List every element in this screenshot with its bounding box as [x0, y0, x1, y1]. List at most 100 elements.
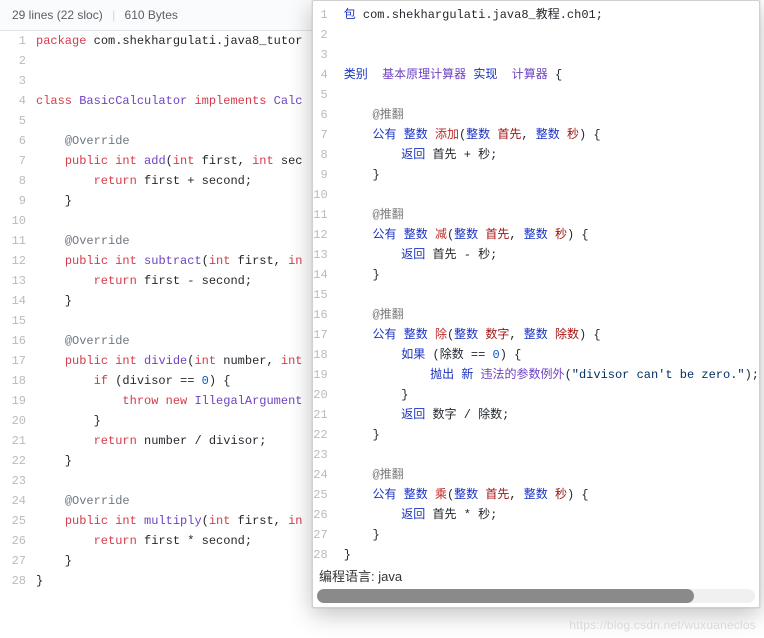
line-content[interactable]: 返回 首先 - 秒;	[344, 245, 759, 265]
line-content[interactable]: return first * second;	[36, 531, 340, 551]
code-line[interactable]: 3	[0, 71, 340, 91]
code-line[interactable]: 14 }	[313, 265, 759, 285]
code-line[interactable]: 3	[313, 45, 759, 65]
code-line[interactable]: 1包 com.shekhargulati.java8_教程.ch01;	[313, 5, 759, 25]
code-line[interactable]: 9 }	[0, 191, 340, 211]
code-line[interactable]: 15	[313, 285, 759, 305]
code-line[interactable]: 21 return number / divisor;	[0, 431, 340, 451]
code-line[interactable]: 20 }	[0, 411, 340, 431]
code-line[interactable]: 26 return first * second;	[0, 531, 340, 551]
line-content[interactable]: }	[344, 165, 759, 185]
line-content[interactable]: if (divisor == 0) {	[36, 371, 340, 391]
line-content[interactable]	[36, 311, 340, 331]
code-line[interactable]: 25 公有 整数 乘(整数 首先, 整数 秒) {	[313, 485, 759, 505]
line-content[interactable]	[36, 211, 340, 231]
line-content[interactable]: }	[344, 545, 759, 561]
code-line[interactable]: 2	[0, 51, 340, 71]
code-line[interactable]: 11 @推翻	[313, 205, 759, 225]
line-content[interactable]: public int divide(int number, int	[36, 351, 340, 371]
code-line[interactable]: 16 @推翻	[313, 305, 759, 325]
line-content[interactable]	[36, 471, 340, 491]
code-line[interactable]: 27 }	[313, 525, 759, 545]
code-line[interactable]: 15	[0, 311, 340, 331]
code-line[interactable]: 8 返回 首先 + 秒;	[313, 145, 759, 165]
code-line[interactable]: 4类别 基本原理计算器 实现 计算器 {	[313, 65, 759, 85]
line-content[interactable]	[344, 445, 759, 465]
line-content[interactable]	[344, 85, 759, 105]
right-code-table[interactable]: 1包 com.shekhargulati.java8_教程.ch01;234类别…	[313, 5, 759, 561]
line-content[interactable]: return number / divisor;	[36, 431, 340, 451]
line-content[interactable]: @推翻	[344, 105, 759, 125]
code-line[interactable]: 10	[313, 185, 759, 205]
line-content[interactable]	[344, 285, 759, 305]
code-line[interactable]: 10	[0, 211, 340, 231]
line-content[interactable]: }	[344, 265, 759, 285]
line-content[interactable]	[344, 185, 759, 205]
code-line[interactable]: 19 throw new IllegalArgument	[0, 391, 340, 411]
code-line[interactable]: 7 public int add(int first, int sec	[0, 151, 340, 171]
code-line[interactable]: 12 公有 整数 减(整数 首先, 整数 秒) {	[313, 225, 759, 245]
code-line[interactable]: 24 @推翻	[313, 465, 759, 485]
code-line[interactable]: 23	[0, 471, 340, 491]
line-content[interactable]: }	[36, 411, 340, 431]
line-content[interactable]: 如果 (除数 == 0) {	[344, 345, 759, 365]
line-content[interactable]: 公有 整数 乘(整数 首先, 整数 秒) {	[344, 485, 759, 505]
line-content[interactable]: }	[344, 425, 759, 445]
line-content[interactable]: @推翻	[344, 465, 759, 485]
code-line[interactable]: 13 return first - second;	[0, 271, 340, 291]
code-line[interactable]: 20 }	[313, 385, 759, 405]
line-content[interactable]: @Override	[36, 331, 340, 351]
line-content[interactable]: @Override	[36, 231, 340, 251]
line-content[interactable]	[36, 51, 340, 71]
code-line[interactable]: 5	[313, 85, 759, 105]
line-content[interactable]: package com.shekhargulati.java8_tutor	[36, 31, 340, 51]
line-content[interactable]	[344, 25, 759, 45]
line-content[interactable]: }	[36, 551, 340, 571]
code-line[interactable]: 22 }	[0, 451, 340, 471]
code-line[interactable]: 4class BasicCalculator implements Calc	[0, 91, 340, 111]
line-content[interactable]: public int subtract(int first, in	[36, 251, 340, 271]
line-content[interactable]: @推翻	[344, 205, 759, 225]
code-line[interactable]: 8 return first + second;	[0, 171, 340, 191]
code-line[interactable]: 19 抛出 新 违法的参数例外("divisor can't be zero."…	[313, 365, 759, 385]
code-line[interactable]: 28}	[313, 545, 759, 561]
code-line[interactable]: 11 @Override	[0, 231, 340, 251]
horizontal-scrollbar[interactable]	[317, 589, 755, 603]
line-content[interactable]: 公有 整数 添加(整数 首先, 整数 秒) {	[344, 125, 759, 145]
code-line[interactable]: 21 返回 数字 / 除数;	[313, 405, 759, 425]
line-content[interactable]: }	[36, 191, 340, 211]
code-line[interactable]: 18 如果 (除数 == 0) {	[313, 345, 759, 365]
code-line[interactable]: 23	[313, 445, 759, 465]
code-line[interactable]: 16 @Override	[0, 331, 340, 351]
code-line[interactable]: 12 public int subtract(int first, in	[0, 251, 340, 271]
code-line[interactable]: 28}	[0, 571, 340, 591]
line-content[interactable]: 类别 基本原理计算器 实现 计算器 {	[344, 65, 759, 85]
line-content[interactable]: 返回 数字 / 除数;	[344, 405, 759, 425]
line-content[interactable]: @推翻	[344, 305, 759, 325]
line-content[interactable]	[344, 45, 759, 65]
line-content[interactable]: public int add(int first, int sec	[36, 151, 340, 171]
line-content[interactable]: throw new IllegalArgument	[36, 391, 340, 411]
line-content[interactable]	[36, 111, 340, 131]
line-content[interactable]: @Override	[36, 131, 340, 151]
code-line[interactable]: 6 @推翻	[313, 105, 759, 125]
code-line[interactable]: 26 返回 首先 * 秒;	[313, 505, 759, 525]
line-content[interactable]: public int multiply(int first, in	[36, 511, 340, 531]
code-line[interactable]: 17 公有 整数 除(整数 数字, 整数 除数) {	[313, 325, 759, 345]
left-code-table[interactable]: 1package com.shekhargulati.java8_tutor23…	[0, 31, 340, 591]
line-content[interactable]: 包 com.shekhargulati.java8_教程.ch01;	[344, 5, 759, 25]
line-content[interactable]: }	[36, 291, 340, 311]
code-line[interactable]: 1package com.shekhargulati.java8_tutor	[0, 31, 340, 51]
code-line[interactable]: 14 }	[0, 291, 340, 311]
line-content[interactable]: }	[344, 525, 759, 545]
code-line[interactable]: 13 返回 首先 - 秒;	[313, 245, 759, 265]
line-content[interactable]: 返回 首先 * 秒;	[344, 505, 759, 525]
code-line[interactable]: 2	[313, 25, 759, 45]
line-content[interactable]: }	[344, 385, 759, 405]
translated-code-popup[interactable]: 1包 com.shekhargulati.java8_教程.ch01;234类别…	[312, 0, 760, 608]
scrollbar-thumb[interactable]	[317, 589, 694, 603]
line-content[interactable]: @Override	[36, 491, 340, 511]
line-content[interactable]: }	[36, 451, 340, 471]
code-line[interactable]: 5	[0, 111, 340, 131]
code-line[interactable]: 6 @Override	[0, 131, 340, 151]
